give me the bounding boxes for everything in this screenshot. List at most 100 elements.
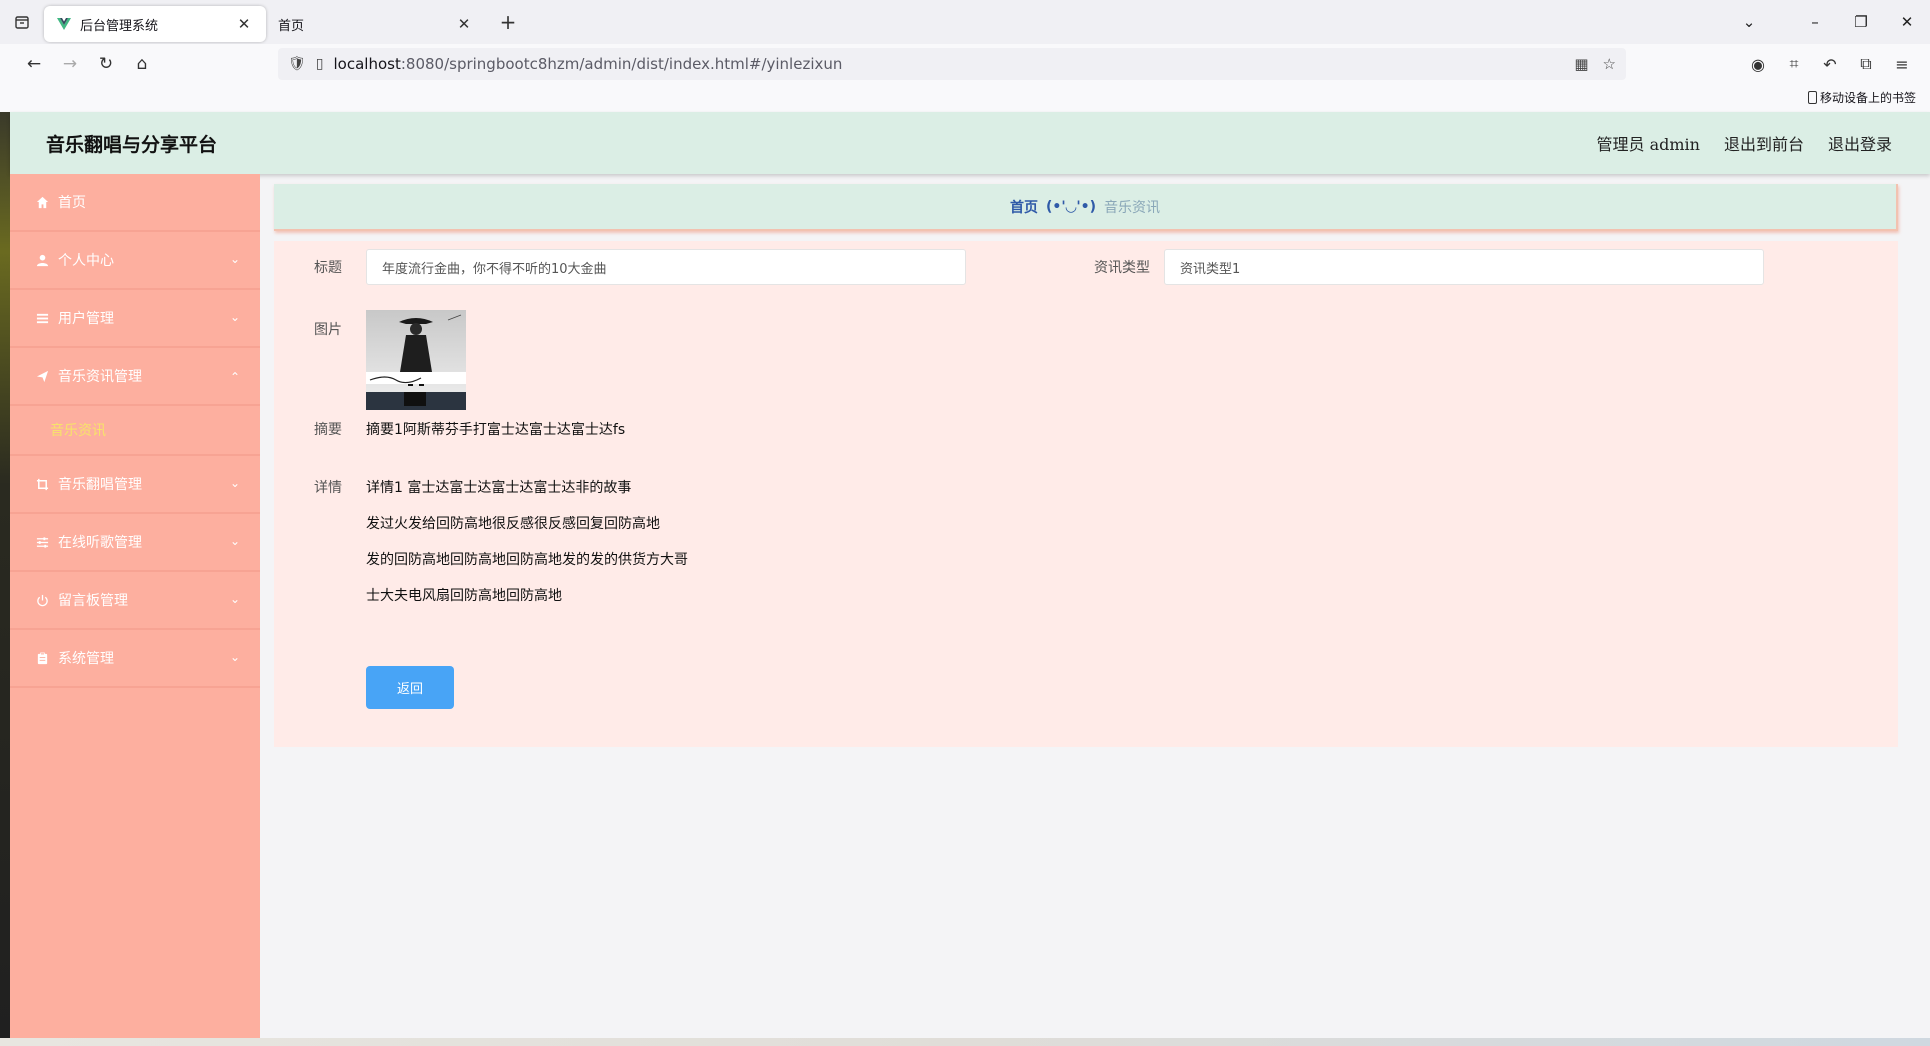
chevron-down-icon: ⌄ (229, 650, 240, 664)
url-text[interactable]: localhost:8080/springbootc8hzm/admin/dis… (334, 55, 1575, 73)
header-actions: 管理员 admin 退出到前台 退出登录 (1597, 112, 1893, 174)
tab-list-icon[interactable] (0, 0, 44, 44)
close-window-icon[interactable]: ✕ (1884, 13, 1930, 31)
browser-tab-active[interactable]: 后台管理系统 ✕ (44, 6, 266, 42)
desktop-edge (0, 112, 10, 1046)
account-icon[interactable]: ◉ (1740, 48, 1776, 80)
crop-tool-icon[interactable]: ⌗ (1776, 48, 1812, 80)
breadcrumb-current: 音乐资讯 (1104, 199, 1161, 216)
tab-title: 后台管理系统 (80, 18, 159, 34)
browser-tab[interactable]: 首页 ✕ (266, 6, 486, 42)
crop-icon (34, 478, 50, 491)
news-image (366, 310, 466, 410)
reload-icon[interactable]: ↻ (88, 48, 124, 80)
sidebar-item-label: 音乐资讯管理 (58, 369, 142, 385)
close-icon[interactable]: ✕ (454, 15, 474, 33)
detail-label: 详情 (314, 480, 342, 496)
chevron-down-icon: ⌄ (229, 252, 240, 266)
breadcrumb: 首页 (•'◡'•) 音乐资讯 (274, 184, 1898, 231)
sidebar-item-label: 首页 (58, 195, 86, 211)
sidebar-subitem-music-news[interactable]: 音乐资讯 (10, 406, 260, 456)
title-field[interactable]: 年度流行金曲，你不得不听的10大金曲 (366, 249, 966, 285)
page-icon: ▯ (315, 56, 324, 72)
chevron-down-icon[interactable]: ⌄ (1726, 13, 1772, 31)
admin-label: 管理员 admin (1596, 135, 1700, 154)
sidebar-item-message-board-management[interactable]: 留言板管理 ⌄ (10, 572, 260, 630)
chevron-down-icon: ⌄ (229, 534, 240, 548)
breadcrumb-home[interactable]: 首页 (1010, 197, 1038, 217)
back-button[interactable]: 返回 (366, 666, 454, 709)
sidebar-item-cover-management[interactable]: 音乐翻唱管理 ⌄ (10, 456, 260, 514)
sidebar-subitem-label: 音乐资讯 (50, 423, 106, 439)
image-label: 图片 (314, 322, 342, 338)
chevron-down-icon: ⌄ (229, 310, 240, 324)
mobile-bookmarks-label: 移动设备上的书签 (1819, 91, 1916, 105)
new-tab-icon[interactable]: + (490, 4, 526, 40)
summary-label: 摘要 (314, 422, 342, 438)
sidebar-item-label: 在线听歌管理 (58, 535, 142, 551)
app-header: 音乐翻唱与分享平台 管理员 admin 退出到前台 退出登录 (10, 112, 1930, 174)
url-host: localhost (333, 55, 401, 73)
chevron-down-icon: ⌄ (229, 476, 240, 490)
sidebar-item-system-management[interactable]: 系统管理 ⌄ (10, 630, 260, 688)
chevron-up-icon: ⌃ (229, 370, 240, 384)
detail-line: 详情1 富士达富士达富士达富士达非的故事 (366, 480, 632, 496)
sidebar-item-music-news-management[interactable]: 音乐资讯管理 ⌃ (10, 348, 260, 406)
url-actions: ▦ ☆ (1574, 55, 1616, 73)
logout-link[interactable]: 退出登录 (1828, 131, 1892, 155)
extensions-icon[interactable]: ⧉ (1848, 48, 1884, 80)
sidebar-item-personal-center[interactable]: 个人中心 ⌄ (10, 232, 260, 290)
sidebar-item-label: 留言板管理 (58, 593, 128, 609)
toolbar-right: ◉ ⌗ ↶ ⧉ ≡ (1740, 48, 1920, 80)
forward-arrow-icon[interactable]: → (52, 48, 88, 80)
main-content: 首页 (•'◡'•) 音乐资讯 标题 年度流行金曲，你不得不听的10大金曲 资讯… (260, 174, 1930, 1038)
tab-title: 首页 (278, 18, 305, 34)
summary-text: 摘要1阿斯蒂芬手打富士达富士达富士达fs (366, 422, 626, 438)
mobile-bookmarks[interactable]: 移动设备上的书签 (1807, 89, 1916, 106)
breadcrumb-separator: (•'◡'•) (1045, 198, 1097, 215)
sidebar: 首页 个人中心 ⌄ 用户管理 ⌄ 音乐资讯管理 ⌃ 音乐资讯 音乐翻唱管理 ⌄ … (10, 174, 260, 1038)
sliders-icon (34, 536, 50, 549)
user-icon (34, 254, 50, 267)
sidebar-item-online-listening-management[interactable]: 在线听歌管理 ⌄ (10, 514, 260, 572)
type-field[interactable]: 资讯类型1 (1164, 249, 1764, 285)
phone-icon (1807, 91, 1817, 104)
url-bar[interactable]: 🛡 ▯ localhost:8080/springbootc8hzm/admin… (278, 48, 1626, 80)
star-icon[interactable]: ☆ (1603, 55, 1616, 73)
sidebar-item-label: 用户管理 (58, 311, 114, 327)
detail-form: 标题 年度流行金曲，你不得不听的10大金曲 资讯类型 资讯类型1 图片 摘要 摘… (274, 241, 1898, 747)
back-arrow-icon[interactable]: ← (16, 48, 52, 80)
list-icon (34, 312, 50, 325)
sidebar-item-label: 系统管理 (58, 651, 114, 667)
send-icon (34, 370, 50, 383)
shield-icon: 🛡 (288, 56, 306, 72)
clipboard-icon (34, 652, 50, 665)
app-title: 音乐翻唱与分享平台 (46, 133, 218, 156)
menu-icon[interactable]: ≡ (1884, 48, 1920, 80)
minimize-icon[interactable]: – (1792, 13, 1838, 31)
browser-tabbar: 后台管理系统 ✕ 首页 ✕ + ⌄ – ❐ ✕ (0, 0, 1930, 44)
undo-icon[interactable]: ↶ (1812, 48, 1848, 80)
restore-icon[interactable]: ❐ (1838, 13, 1884, 31)
sidebar-item-user-management[interactable]: 用户管理 ⌄ (10, 290, 260, 348)
url-path: :8080/springbootc8hzm/admin/dist/index.h… (400, 55, 843, 73)
bookmarks-bar: 移动设备上的书签 (0, 84, 1930, 112)
vue-icon (56, 16, 72, 32)
to-front-link[interactable]: 退出到前台 (1724, 131, 1804, 155)
qr-code-icon[interactable]: ▦ (1574, 55, 1588, 73)
title-label: 标题 (314, 260, 342, 276)
detail-line: 发的回防高地回防高地回防高地发的发的供货方大哥 (366, 552, 688, 568)
sidebar-item-home[interactable]: 首页 (10, 174, 260, 232)
browser-navbar: ← → ↻ ⌂ 🛡 ▯ localhost:8080/springbootc8h… (0, 44, 1930, 84)
detail-line: 士大夫电风扇回防高地回防高地 (366, 588, 562, 604)
taskbar-edge (0, 1038, 1930, 1046)
type-label: 资讯类型 (1094, 260, 1150, 276)
detail-line: 发过火发给回防高地很反感很反感回复回防高地 (366, 516, 660, 532)
close-icon[interactable]: ✕ (234, 15, 254, 33)
app-root: 音乐翻唱与分享平台 管理员 admin 退出到前台 退出登录 首页 个人中心 ⌄… (10, 112, 1930, 1038)
sidebar-item-label: 个人中心 (58, 253, 114, 269)
power-icon (34, 594, 50, 607)
home-page-icon[interactable]: ⌂ (124, 48, 160, 80)
window-controls: ⌄ – ❐ ✕ (1726, 0, 1930, 44)
sidebar-item-label: 音乐翻唱管理 (58, 477, 142, 493)
